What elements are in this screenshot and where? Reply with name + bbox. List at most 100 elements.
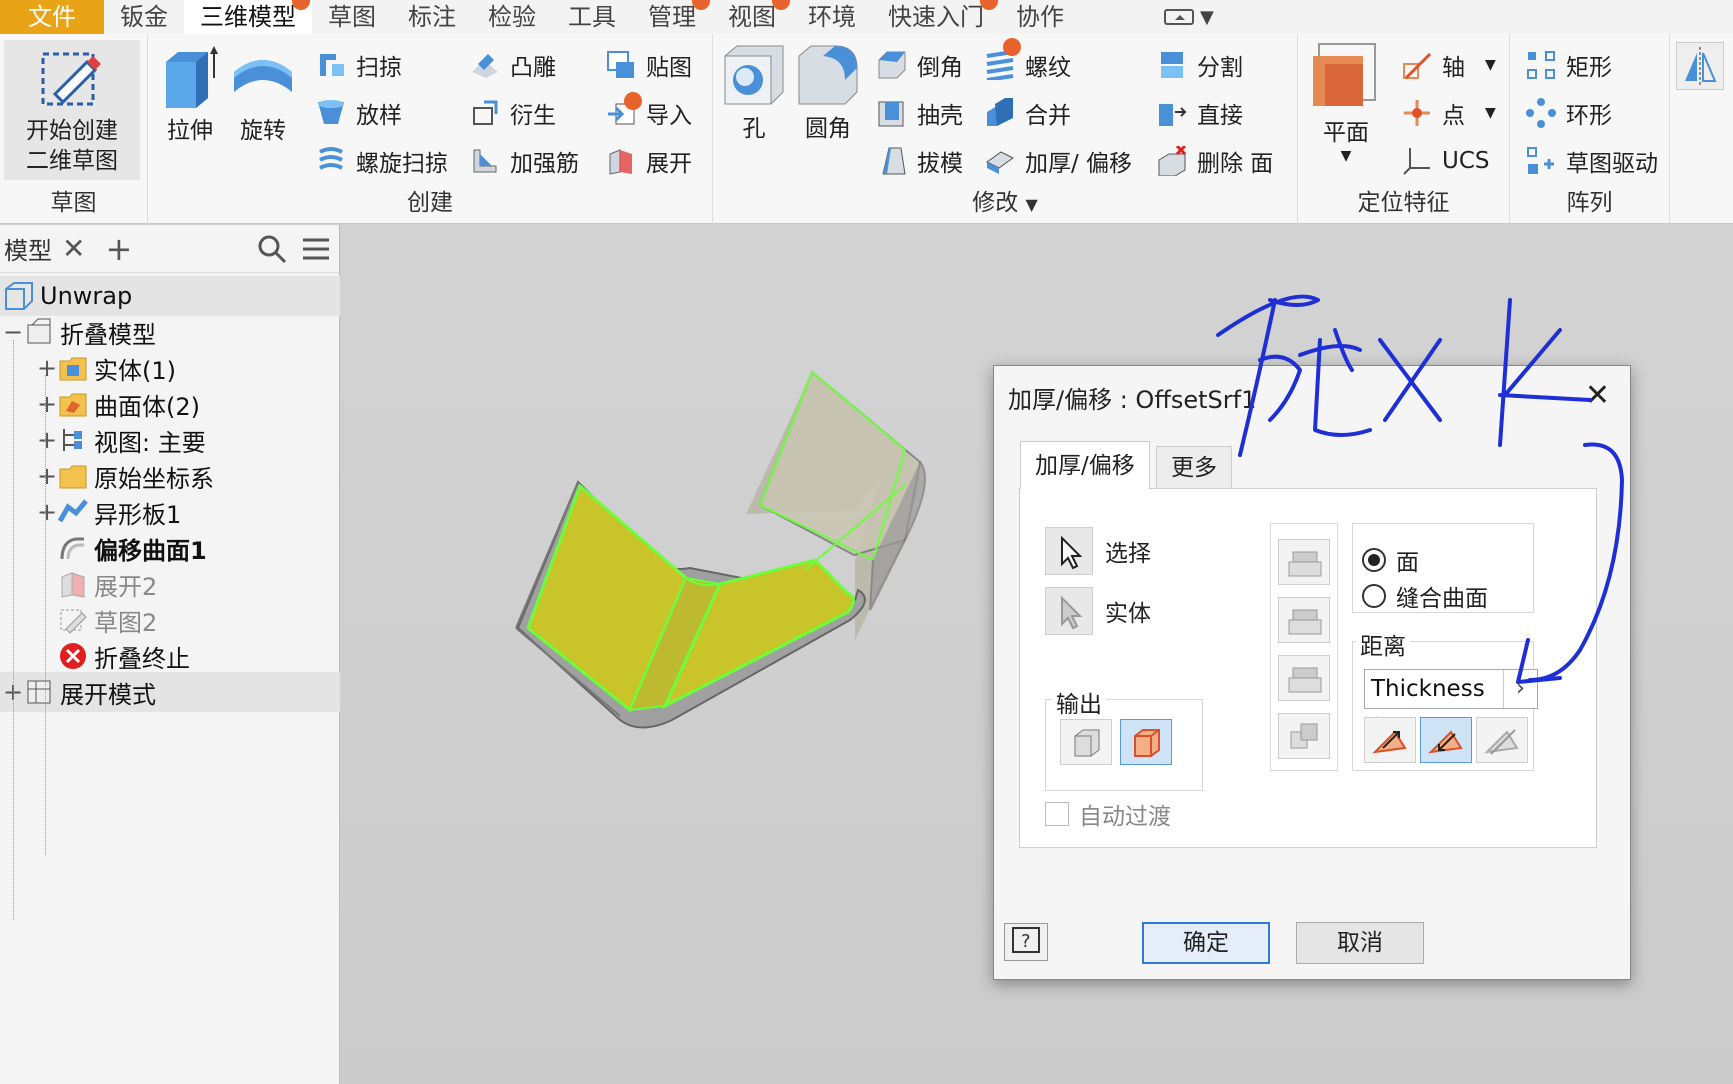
tree-item[interactable]: + 视图: 主要	[0, 420, 340, 460]
unfold-button[interactable]: 展开	[606, 142, 692, 180]
revolve-button[interactable]: 旋转	[228, 42, 298, 146]
point-button[interactable]: 点 ▼	[1402, 94, 1496, 132]
symmetric-button[interactable]	[1476, 717, 1528, 763]
tree-item[interactable]: 偏移曲面1	[0, 528, 340, 568]
tree-item[interactable]: 展开2	[0, 564, 340, 604]
help-icon: ?	[1012, 927, 1040, 953]
output-surface-button[interactable]	[1120, 719, 1172, 765]
extrude-button[interactable]: 拉伸	[158, 42, 222, 146]
expand-toggle-icon[interactable]: +	[36, 462, 58, 490]
direction-2-button[interactable]	[1420, 717, 1472, 763]
menu-tab[interactable]: 环境	[792, 0, 872, 34]
loft-button[interactable]: 放样	[316, 94, 402, 132]
printer-like-icon	[1288, 667, 1322, 693]
direction-1-button[interactable]	[1364, 717, 1416, 763]
create-panel-title: 创建	[407, 190, 453, 216]
rib-button[interactable]: 加强筋	[470, 142, 579, 180]
emboss-button[interactable]: 凸雕	[470, 46, 556, 84]
coil-button[interactable]: 螺旋扫掠	[316, 142, 448, 180]
direction-button-3[interactable]	[1278, 655, 1330, 701]
hole-button[interactable]: 孔	[721, 42, 787, 144]
expand-toggle-icon[interactable]: +	[36, 354, 58, 382]
menu-tab[interactable]: 协作	[1000, 0, 1080, 34]
tab-more[interactable]: 更多	[1156, 446, 1232, 489]
thread-button[interactable]: 螺纹	[985, 38, 1071, 84]
menu-tab[interactable]: 三维模型	[184, 0, 312, 34]
draft-button[interactable]: 拔模	[877, 142, 963, 180]
circular-pattern-button[interactable]: 环形	[1526, 94, 1612, 132]
ucs-button[interactable]: UCS	[1402, 142, 1490, 180]
decal-button[interactable]: 贴图	[606, 46, 692, 84]
flip-direction-icon	[1372, 730, 1407, 754]
tab-thicken-offset[interactable]: 加厚/偏移	[1020, 441, 1150, 489]
chamfer-button[interactable]: 倒角	[877, 46, 963, 84]
sweep-button[interactable]: 扫掠	[316, 46, 402, 84]
expand-toggle-icon[interactable]: +	[36, 426, 58, 454]
import-button[interactable]: 导入	[606, 92, 692, 132]
radio-face[interactable]: 面	[1362, 543, 1419, 577]
tree-item[interactable]: + 曲面体(2)	[0, 384, 340, 424]
select-faces-button[interactable]: 选择	[1045, 527, 1151, 575]
auto-blend-checkbox[interactable]: 自动过渡	[1045, 797, 1171, 831]
search-icon[interactable]	[257, 234, 287, 264]
help-button[interactable]: ?	[1004, 923, 1048, 961]
tree-item[interactable]: + 实体(1)	[0, 348, 340, 388]
expand-toggle-icon[interactable]: +	[36, 498, 58, 526]
menu-tab[interactable]: 管理	[632, 0, 712, 34]
thicken-offset-button[interactable]: 加厚/ 偏移	[985, 142, 1132, 180]
combine-button[interactable]: 合并	[985, 94, 1071, 132]
radio-face-circle[interactable]	[1362, 548, 1386, 572]
axis-button[interactable]: 轴 ▼	[1402, 46, 1496, 84]
ribbon-display-toggle[interactable]: ▼	[1164, 7, 1214, 28]
distance-input[interactable]: Thickness * ›	[1364, 669, 1538, 740]
close-icon[interactable]: ✕	[1585, 378, 1610, 413]
tree-item[interactable]: + 展开模式	[0, 672, 340, 712]
thread-icon	[985, 38, 1021, 82]
mirror-button[interactable]	[1676, 42, 1724, 90]
expand-toggle-icon[interactable]: +	[36, 390, 58, 418]
modify-panel-title[interactable]: 修改 ▼	[713, 186, 1297, 220]
select-solid-button[interactable]: 实体	[1045, 587, 1151, 635]
radio-quilt[interactable]: 缝合曲面	[1362, 579, 1488, 613]
menu-tab[interactable]: 钣金	[104, 0, 184, 34]
fillet-button[interactable]: 圆角	[795, 42, 861, 144]
menu-tab-label: 视图	[728, 3, 776, 31]
tree-item[interactable]: 折叠终止	[0, 636, 340, 676]
add-tab-icon[interactable]: +	[105, 230, 132, 268]
direction-button-2[interactable]	[1278, 597, 1330, 643]
sketch-driven-pattern-button[interactable]: 草图驱动	[1526, 142, 1658, 180]
rectangular-pattern-button[interactable]: 矩形	[1526, 46, 1612, 84]
close-icon[interactable]: ✕	[62, 232, 85, 265]
menu-tab[interactable]: 快速入门	[872, 0, 1000, 34]
menu-tab[interactable]: 检验	[472, 0, 552, 34]
direction-button-4[interactable]	[1278, 713, 1330, 759]
tree-item[interactable]: − 折叠模型	[0, 312, 340, 352]
menu-tab[interactable]: 工具	[552, 0, 632, 34]
browser-tab-model[interactable]: 模型	[4, 231, 62, 266]
solid-body-icon	[1074, 729, 1100, 757]
start-2d-sketch-button[interactable]: 开始创建 二维草图	[4, 40, 140, 180]
split-button[interactable]: 分割	[1157, 46, 1243, 84]
cancel-button[interactable]: 取消	[1296, 922, 1424, 964]
menu-tab[interactable]: 文件	[0, 0, 104, 34]
radio-quilt-circle[interactable]	[1362, 584, 1386, 608]
plane-button[interactable]: 平面 ▼	[1306, 42, 1386, 164]
ok-button[interactable]: 确定	[1142, 922, 1270, 964]
tree-root-unwrap[interactable]: Unwrap	[0, 276, 340, 316]
menu-tab-label: 三维模型	[200, 3, 296, 31]
tree-item[interactable]: + 异形板1	[0, 492, 340, 532]
chevron-right-icon[interactable]: ›	[1503, 670, 1537, 708]
tree-item[interactable]: 草图2	[0, 600, 340, 640]
tree-item[interactable]: + 原始坐标系	[0, 456, 340, 496]
shell-button[interactable]: 抽壳	[877, 94, 963, 132]
direction-button-1[interactable]	[1278, 539, 1330, 585]
menu-tab[interactable]: 草图	[312, 0, 392, 34]
checkbox-box[interactable]	[1045, 802, 1069, 826]
derive-button[interactable]: 衍生	[470, 94, 556, 132]
delete-face-button[interactable]: 删除 面	[1157, 142, 1273, 180]
menu-icon[interactable]	[301, 234, 331, 264]
output-solid-button[interactable]	[1060, 719, 1112, 765]
direct-edit-button[interactable]: 直接	[1157, 94, 1243, 132]
menu-tab[interactable]: 标注	[392, 0, 472, 34]
menu-tab[interactable]: 视图	[712, 0, 792, 34]
